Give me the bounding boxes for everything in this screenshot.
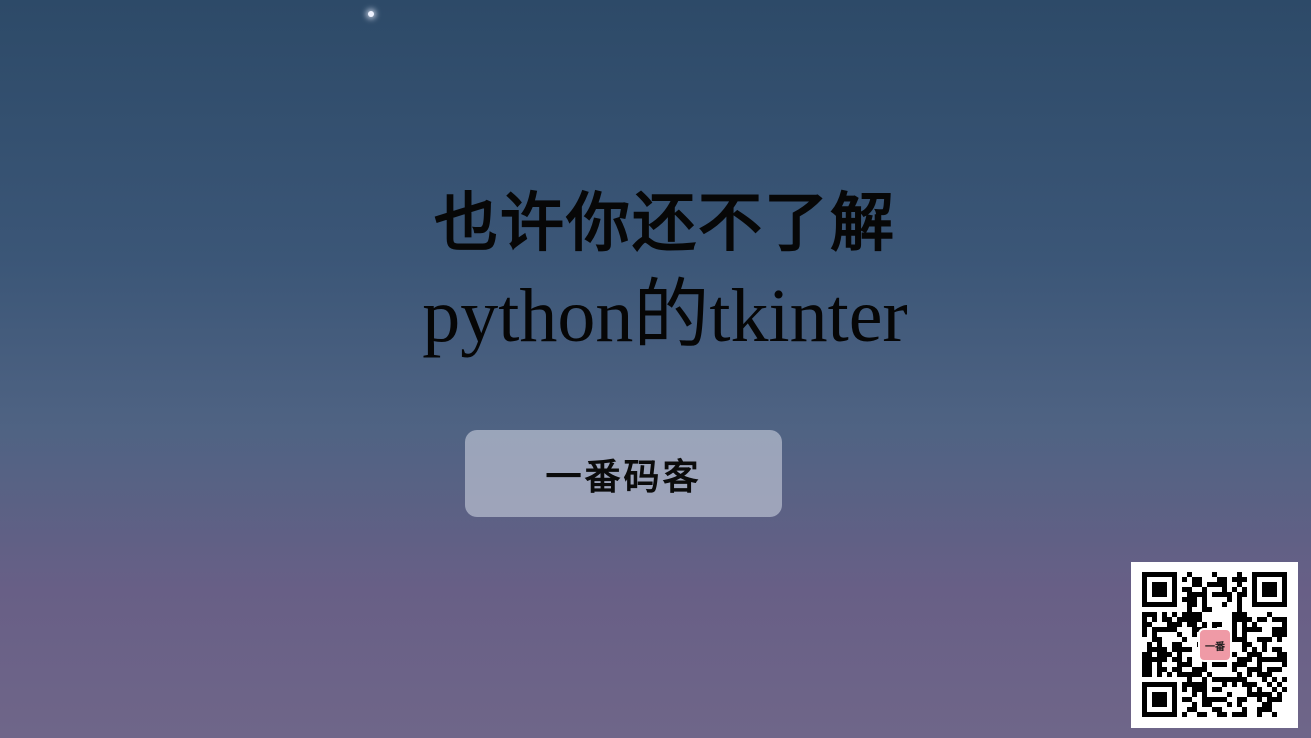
page-subtitle: python的tkinter xyxy=(422,274,908,358)
star-icon xyxy=(368,11,374,17)
page-title: 也许你还不了解 xyxy=(434,187,896,261)
qr-code: 一番 xyxy=(1131,562,1298,728)
brand-button[interactable]: 一番码客 xyxy=(465,430,782,517)
qr-logo: 一番 xyxy=(1198,628,1232,662)
